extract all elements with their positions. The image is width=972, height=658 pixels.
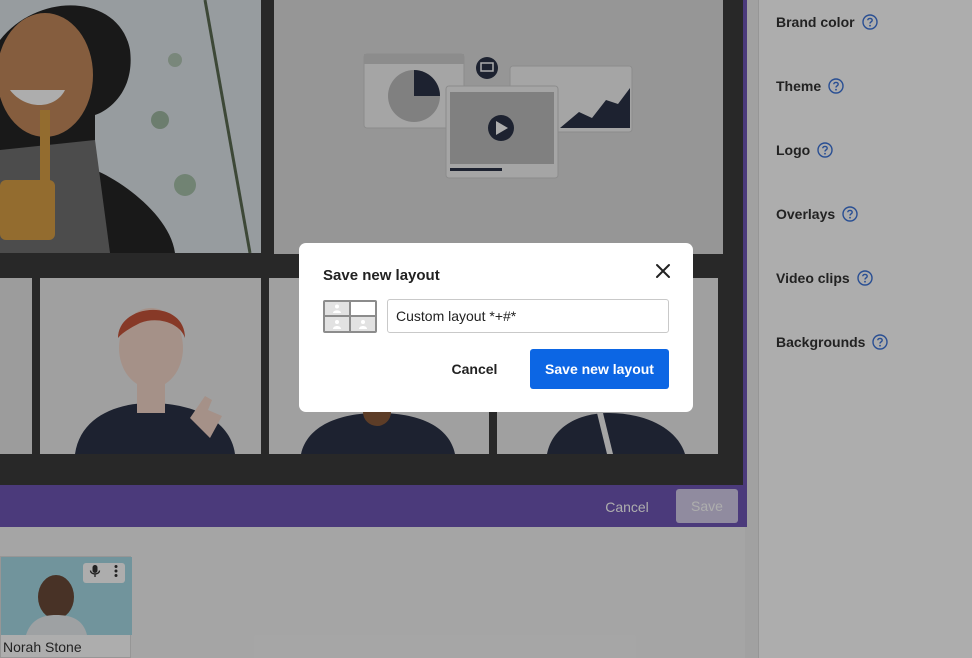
cancel-button[interactable]: Cancel — [439, 350, 510, 388]
layout-name-input[interactable] — [387, 299, 669, 333]
save-layout-dialog: Save new layout Cancel Save new layout — [299, 243, 693, 412]
save-new-layout-button[interactable]: Save new layout — [530, 349, 669, 389]
layout-preview-thumbnail — [323, 300, 377, 333]
close-icon[interactable] — [654, 262, 672, 280]
dialog-title: Save new layout — [323, 267, 440, 284]
